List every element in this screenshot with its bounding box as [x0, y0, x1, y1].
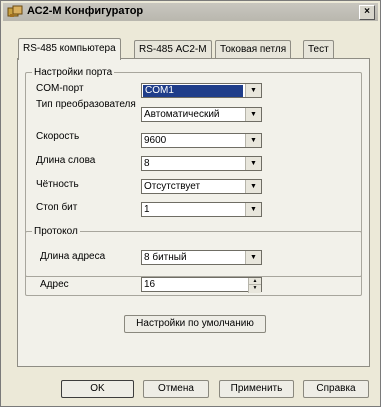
chevron-down-icon[interactable]: ▼ — [245, 203, 261, 216]
spin-down-icon[interactable]: ▼ — [249, 284, 261, 291]
tab-label: Токовая петля — [220, 44, 287, 55]
word-length-select[interactable]: 8 ▼ — [141, 156, 262, 171]
address-spinbox[interactable]: 16 ▲ ▼ — [141, 277, 262, 293]
protocol-legend: Протокол — [34, 226, 78, 237]
tab-label: RS-485 АС2-М — [139, 44, 207, 55]
converter-type-label: Тип преобразователя — [36, 99, 136, 110]
address-length-select[interactable]: 8 битный ▼ — [141, 250, 262, 265]
com-port-label: COM-порт — [36, 83, 84, 94]
tab-label: Тест — [308, 44, 329, 55]
close-icon: × — [364, 6, 370, 17]
speed-label: Скорость — [36, 131, 80, 142]
chevron-down-icon[interactable]: ▼ — [245, 251, 261, 264]
stop-bits-label: Стоп бит — [36, 202, 78, 213]
chevron-down-icon[interactable]: ▼ — [245, 180, 261, 193]
converter-type-select[interactable]: Автоматический ▼ — [141, 107, 262, 122]
tab-panel: Настройки порта COM-порт COM1 ▼ Тип прео… — [17, 58, 370, 367]
parity-select[interactable]: Отсутствует ▼ — [141, 179, 262, 194]
tab-current-loop[interactable]: Токовая петля — [215, 40, 292, 59]
apply-button[interactable]: Применить — [219, 380, 294, 398]
word-length-label: Длина слова — [36, 155, 96, 166]
tab-rs485-ac2m[interactable]: RS-485 АС2-М — [134, 40, 212, 59]
stop-bits-select[interactable]: 1 ▼ — [141, 202, 262, 217]
tab-label: RS-485 компьютера — [23, 43, 116, 54]
cancel-button[interactable]: Отмена — [143, 380, 209, 398]
chevron-down-icon[interactable]: ▼ — [245, 157, 261, 170]
speed-select[interactable]: 9600 ▼ — [141, 133, 262, 148]
parity-label: Чётность — [36, 179, 79, 190]
port-settings-legend: Настройки порта — [34, 67, 113, 78]
configurator-window: АС2-М Конфигуратор × RS-485 компьютера R… — [0, 0, 381, 407]
chevron-down-icon[interactable]: ▼ — [245, 134, 261, 147]
tab-rs485-computer[interactable]: RS-485 компьютера — [18, 38, 121, 60]
app-icon — [7, 5, 23, 17]
chevron-down-icon[interactable]: ▼ — [245, 108, 261, 121]
address-stepper[interactable]: ▲ ▼ — [248, 278, 261, 293]
title-bar[interactable]: АС2-М Конфигуратор × — [3, 3, 378, 21]
ok-button[interactable]: OK — [61, 380, 134, 398]
address-label: Адрес — [40, 279, 69, 290]
close-button[interactable]: × — [359, 5, 375, 20]
help-button[interactable]: Справка — [303, 380, 369, 398]
address-length-label: Длина адреса — [40, 251, 106, 262]
com-port-select[interactable]: COM1 ▼ — [141, 83, 262, 98]
restore-defaults-button[interactable]: Настройки по умолчанию — [124, 315, 266, 333]
tab-test[interactable]: Тест — [303, 40, 334, 59]
window-title: АС2-М Конфигуратор — [27, 5, 144, 17]
chevron-down-icon[interactable]: ▼ — [245, 84, 261, 97]
